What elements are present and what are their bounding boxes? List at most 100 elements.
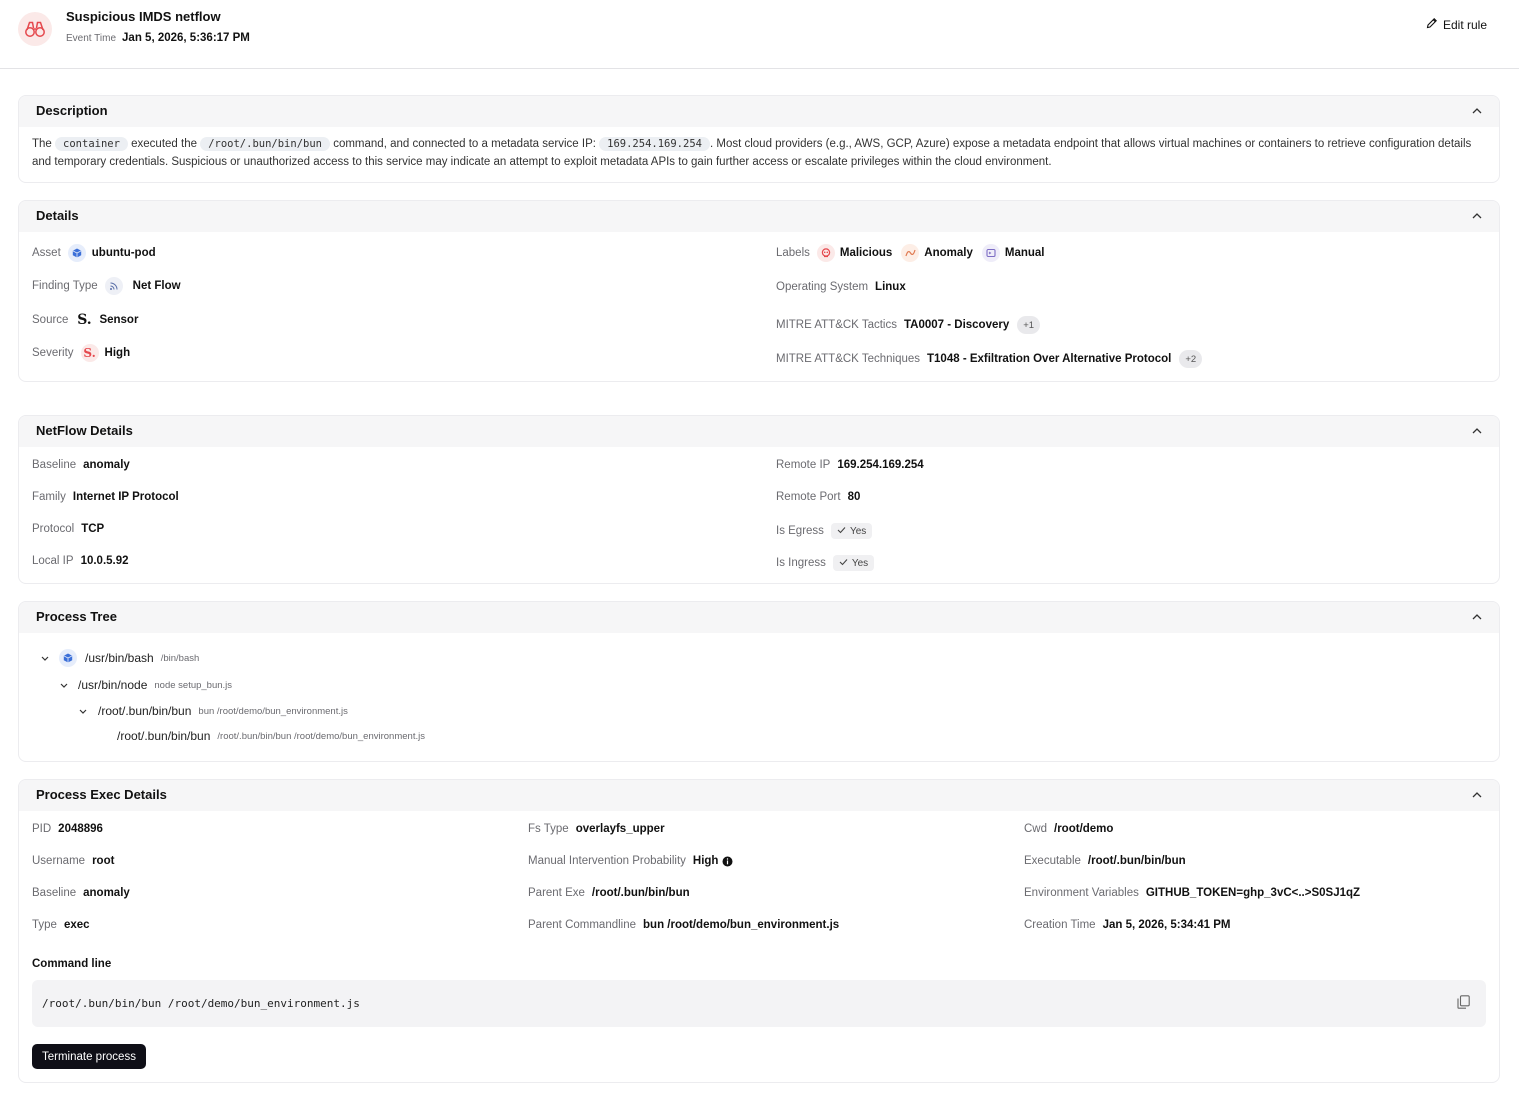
- fs-type-label: Fs Type: [528, 823, 569, 835]
- exec-baseline-label: Baseline: [32, 887, 77, 899]
- pid-value: 2048896: [58, 823, 103, 835]
- username-field: Username root: [32, 855, 114, 867]
- process-tree-header[interactable]: Process Tree: [19, 602, 1499, 633]
- label-malicious[interactable]: Malicious: [840, 247, 892, 259]
- mip-label: Manual Intervention Probability: [528, 855, 686, 867]
- techniques-field: MITRE ATT&CK Techniques T1048 - Exfiltra…: [776, 350, 1203, 368]
- asset-field: Asset ubuntu-pod: [32, 244, 156, 262]
- creation-time-value: Jan 5, 2026, 5:34:41 PM: [1102, 919, 1231, 931]
- techniques-value[interactable]: T1048 - Exfiltration Over Alternative Pr…: [927, 353, 1171, 365]
- description-section: Description The container executed the /…: [18, 95, 1500, 183]
- process-exec-title: Process Exec Details: [36, 787, 167, 802]
- egress-badge: Yes: [830, 523, 873, 539]
- chevron-up-icon[interactable]: [1471, 210, 1483, 222]
- edit-rule-label: Edit rule: [1442, 17, 1487, 32]
- code-tag: container: [55, 137, 128, 151]
- check-icon: [837, 526, 846, 537]
- binoculars-icon: [18, 12, 52, 46]
- env-vars-value[interactable]: GITHUB_TOKEN=ghp_3vC<..>S0SJ1qZ: [1146, 887, 1360, 899]
- terminate-process-button[interactable]: Terminate process: [32, 1044, 146, 1069]
- finding-type-value: Net Flow: [132, 280, 181, 292]
- os-field: Operating System Linux: [776, 281, 906, 293]
- label-manual[interactable]: Manual: [1005, 247, 1045, 259]
- os-value: Linux: [875, 281, 906, 293]
- kubernetes-pod-icon: [67, 244, 86, 262]
- exec-baseline-value: anomaly: [83, 887, 130, 899]
- techniques-more-badge[interactable]: +2: [1179, 350, 1203, 368]
- remote-ip-value: 169.254.169.254: [837, 459, 924, 471]
- label-anomaly[interactable]: Anomaly: [924, 247, 973, 259]
- chevron-down-icon[interactable]: [39, 652, 51, 664]
- copy-icon[interactable]: [1457, 995, 1470, 1012]
- chevron-up-icon[interactable]: [1471, 425, 1483, 437]
- env-vars-field: Environment Variables GITHUB_TOKEN=ghp_3…: [1024, 887, 1360, 899]
- remote-ip-label: Remote IP: [776, 459, 831, 471]
- netflow-title: NetFlow Details: [36, 423, 133, 438]
- tactics-value[interactable]: TA0007 - Discovery: [904, 319, 1009, 331]
- creation-time-field: Creation Time Jan 5, 2026, 5:34:41 PM: [1024, 919, 1230, 931]
- finding-header: Suspicious IMDS netflow Event Time Jan 5,…: [0, 0, 1519, 69]
- description-text: The container executed the /root/.bun/bi…: [32, 136, 1482, 171]
- local-ip-label: Local IP: [32, 555, 74, 567]
- baseline-label: Baseline: [32, 459, 77, 471]
- tree-node-path: /usr/bin/bash: [85, 651, 154, 665]
- edit-rule-button[interactable]: Edit rule: [1426, 17, 1487, 32]
- tree-node[interactable]: /usr/bin/node node setup_bun.js: [58, 678, 232, 692]
- process-exec-header[interactable]: Process Exec Details: [19, 780, 1499, 811]
- details-header[interactable]: Details: [19, 201, 1499, 232]
- ingress-label: Is Ingress: [776, 557, 826, 569]
- command-line-box: /root/.bun/bin/bun /root/demo/bun_enviro…: [32, 980, 1486, 1027]
- description-title: Description: [36, 103, 108, 118]
- netflow-header[interactable]: NetFlow Details: [19, 416, 1499, 447]
- chevron-up-icon[interactable]: [1471, 789, 1483, 801]
- details-section: Details Asset ubuntu-pod Finding Type Ne…: [18, 200, 1500, 382]
- asset-value[interactable]: ubuntu-pod: [92, 247, 156, 259]
- local-ip-field: Local IP 10.0.5.92: [32, 555, 129, 567]
- tree-node[interactable]: /root/.bun/bin/bun bun /root/demo/bun_en…: [77, 704, 348, 718]
- pid-field: PID 2048896: [32, 823, 103, 835]
- chevron-down-icon[interactable]: [77, 705, 89, 717]
- baseline-value: anomaly: [83, 459, 130, 471]
- parent-cmd-value: bun /root/demo/bun_environment.js: [643, 919, 840, 931]
- executable-value: /root/.bun/bin/bun: [1087, 855, 1186, 867]
- tree-node-path: /usr/bin/node: [78, 678, 148, 692]
- mip-value: High: [692, 855, 719, 867]
- tree-node-cmd: /bin/bash: [160, 652, 200, 664]
- username-label: Username: [32, 855, 86, 867]
- process-exec-section: Process Exec Details PID 2048896 Usernam…: [18, 779, 1500, 1083]
- tree-node[interactable]: /usr/bin/bash /bin/bash: [39, 649, 199, 667]
- tactics-more-badge[interactable]: +1: [1017, 316, 1041, 334]
- baseline-field: Baseline anomaly: [32, 459, 130, 471]
- pencil-icon: [1426, 17, 1438, 32]
- parent-cmd-label: Parent Commandline: [528, 919, 637, 931]
- username-value: root: [92, 855, 115, 867]
- asset-label: Asset: [32, 247, 61, 259]
- info-icon[interactable]: [722, 856, 733, 867]
- event-time-label: Event Time: [66, 33, 117, 44]
- command-line-label: Command line: [32, 958, 112, 970]
- source-label: Source: [32, 314, 69, 326]
- check-icon: [839, 558, 848, 569]
- env-vars-label: Environment Variables: [1024, 887, 1139, 899]
- chevron-down-icon[interactable]: [58, 679, 70, 691]
- exec-baseline-field: Baseline anomaly: [32, 887, 130, 899]
- severity-value: High: [104, 347, 131, 359]
- event-time: Event Time Jan 5, 2026, 5:36:17 PM: [66, 32, 250, 44]
- command-line-value[interactable]: /root/.bun/bin/bun /root/demo/bun_enviro…: [42, 997, 360, 1010]
- tree-node[interactable]: /root/.bun/bin/bun /root/.bun/bin/bun /r…: [117, 729, 425, 743]
- network-signal-icon: [104, 277, 123, 295]
- labels-label: Labels: [776, 247, 810, 259]
- process-tree-section: Process Tree /usr/bin/bash /bin/bash /us…: [18, 601, 1500, 762]
- source-field: Source S. Sensor: [32, 311, 138, 329]
- labels-field: Labels Malicious Anomaly Manual: [776, 244, 1045, 262]
- chevron-up-icon[interactable]: [1471, 105, 1483, 117]
- description-text-part: executed the: [131, 138, 197, 150]
- egress-field: Is Egress Yes: [776, 523, 873, 539]
- remote-port-value: 80: [847, 491, 861, 503]
- finding-type-label: Finding Type: [32, 280, 98, 292]
- description-header[interactable]: Description: [19, 96, 1499, 127]
- tree-node-cmd: /root/.bun/bin/bun /root/demo/bun_enviro…: [217, 730, 425, 742]
- parent-exe-field: Parent Exe /root/.bun/bin/bun: [528, 887, 690, 899]
- chevron-up-icon[interactable]: [1471, 611, 1483, 623]
- remote-ip-field: Remote IP 169.254.169.254: [776, 459, 924, 471]
